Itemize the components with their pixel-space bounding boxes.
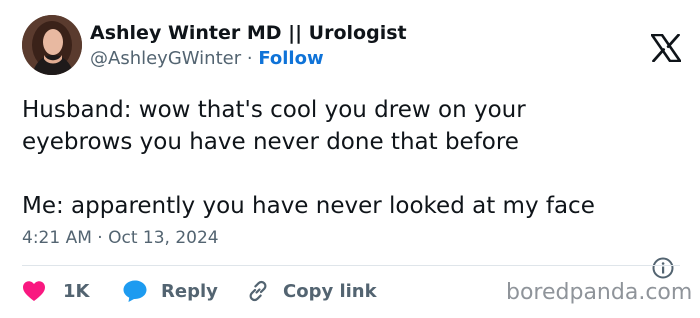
handle-separator: · (246, 48, 253, 69)
x-logo-icon[interactable] (651, 34, 681, 62)
follow-button[interactable]: Follow (258, 48, 323, 69)
copy-link-label: Copy link (283, 280, 377, 302)
info-icon[interactable] (651, 256, 675, 280)
watermark: boredpanda.com (506, 280, 693, 305)
reply-button[interactable]: Reply (122, 278, 218, 304)
tweet-timestamp[interactable]: 4:21 AM · Oct 13, 2024 (22, 228, 219, 248)
link-icon (249, 280, 267, 302)
avatar-image (22, 15, 82, 75)
reply-label: Reply (161, 280, 218, 302)
heart-icon (23, 281, 45, 301)
tweet-text: Husband: wow that's cool you drew on you… (22, 97, 595, 219)
speech-bubble-icon (123, 280, 147, 302)
like-button[interactable]: 1K (22, 278, 89, 304)
avatar[interactable] (22, 15, 82, 75)
author-display-name[interactable]: Ashley Winter MD || Urologist (90, 22, 407, 44)
copy-link-button[interactable]: Copy link (246, 278, 377, 304)
like-count: 1K (63, 280, 90, 302)
divider (22, 265, 680, 266)
author-handle[interactable]: @AshleyGWinter (90, 48, 241, 69)
tweet-header: Ashley Winter MD || Urologist @AshleyGWi… (22, 14, 682, 80)
author-handle-line: @AshleyGWinter · Follow (90, 48, 324, 69)
